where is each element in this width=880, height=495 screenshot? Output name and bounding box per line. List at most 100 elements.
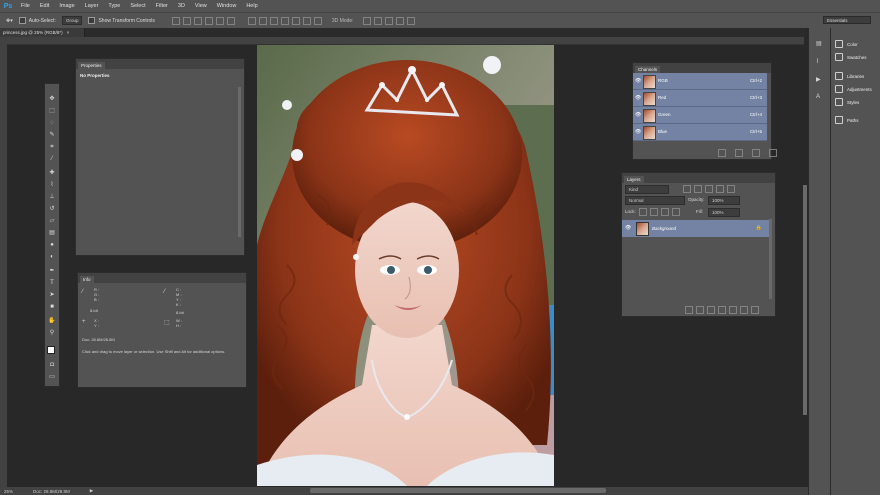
visibility-eye-icon[interactable]: 👁 — [635, 112, 641, 118]
character-panel-icon[interactable]: A — [816, 94, 820, 100]
lock-all-icon[interactable] — [672, 208, 680, 216]
menu-select[interactable]: Select — [125, 3, 150, 9]
layers-scrollbar[interactable] — [769, 219, 772, 299]
align-bottom-icon[interactable] — [193, 16, 202, 25]
distribute-middle-icon[interactable] — [258, 16, 267, 25]
gradient-tool-icon[interactable]: ▤ — [48, 230, 56, 237]
adjustment-layer-icon[interactable] — [718, 306, 726, 314]
dock-libraries[interactable]: Libraries — [835, 72, 864, 80]
properties-scrollbar[interactable] — [238, 87, 241, 237]
menu-3d[interactable]: 3D — [173, 3, 190, 9]
save-selection-icon[interactable] — [735, 149, 743, 157]
visibility-eye-icon[interactable]: 👁 — [635, 78, 641, 84]
channel-green-row[interactable]: 👁 Green Ctrl+4 — [633, 107, 767, 124]
distribute-left-icon[interactable] — [280, 16, 289, 25]
align-top-icon[interactable] — [171, 16, 180, 25]
status-menu-arrow-icon[interactable]: ▶ — [90, 488, 93, 494]
layer-mask-icon[interactable] — [707, 306, 715, 314]
workspace-dropdown[interactable]: Essentials — [823, 16, 871, 24]
align-middle-icon[interactable] — [182, 16, 191, 25]
dodge-tool-icon[interactable]: ◐ — [48, 254, 56, 261]
zoom-tool-icon[interactable]: ⚲ — [48, 330, 56, 337]
move-tool-preset-icon[interactable]: ✥▾ — [6, 18, 13, 24]
menu-view[interactable]: View — [190, 3, 212, 9]
transform-controls-checkbox[interactable] — [88, 17, 96, 24]
channels-tab[interactable]: Channels — [635, 66, 661, 73]
document-tab[interactable]: princess.jpg @ 25% (RGB/8*) × — [0, 28, 85, 37]
lock-pixels-icon[interactable] — [650, 208, 658, 216]
healing-brush-tool-icon[interactable]: ✚ — [48, 170, 56, 177]
distribute-bottom-icon[interactable] — [269, 16, 278, 25]
channel-rgb-row[interactable]: 👁 RGB Ctrl+2 — [633, 73, 767, 90]
type-tool-icon[interactable]: T — [48, 280, 56, 287]
opacity-field[interactable]: 100% — [708, 196, 740, 205]
distribute-right-icon[interactable] — [302, 16, 311, 25]
close-tab-icon[interactable]: × — [67, 30, 70, 35]
dock-color[interactable]: Color — [835, 40, 858, 48]
visibility-eye-icon[interactable]: 👁 — [635, 95, 641, 101]
align-right-icon[interactable] — [226, 16, 235, 25]
menu-window[interactable]: Window — [212, 3, 242, 9]
layer-row-background[interactable]: 👁 Background 🔒 — [622, 220, 770, 237]
menu-edit[interactable]: Edit — [35, 3, 54, 9]
new-layer-icon[interactable] — [740, 306, 748, 314]
channel-blue-row[interactable]: 👁 Blue Ctrl+5 — [633, 124, 767, 141]
lasso-tool-icon[interactable]: ◌ — [48, 120, 56, 127]
fill-field[interactable]: 100% — [708, 208, 740, 217]
align-left-icon[interactable] — [204, 16, 213, 25]
dock-styles[interactable]: Styles — [835, 98, 859, 106]
dock-adjustments[interactable]: Adjustments — [835, 85, 872, 93]
dock-paths[interactable]: Paths — [835, 116, 859, 124]
blend-mode-dropdown[interactable]: Normal — [625, 196, 685, 205]
visibility-eye-icon[interactable]: 👁 — [625, 225, 631, 231]
lock-position-icon[interactable] — [661, 208, 669, 216]
menu-layer[interactable]: Layer — [80, 3, 104, 9]
dock-swatches[interactable]: Swatches — [835, 53, 867, 61]
hand-tool-icon[interactable]: ✋ — [48, 318, 56, 325]
link-layers-icon[interactable] — [685, 306, 693, 314]
marquee-tool-icon[interactable]: ⬚ — [48, 108, 56, 115]
history-brush-tool-icon[interactable]: ↺ — [48, 206, 56, 213]
eyedropper-tool-icon[interactable]: ⁄ — [48, 156, 56, 163]
quick-mask-icon[interactable]: ◘ — [48, 362, 56, 369]
vertical-scrollbar[interactable] — [803, 185, 807, 415]
actions-panel-icon[interactable]: ▶ — [816, 76, 821, 83]
info-tab[interactable]: Info — [80, 276, 94, 283]
menu-help[interactable]: Help — [241, 3, 262, 9]
crop-tool-icon[interactable]: ⌗ — [48, 144, 56, 151]
brush-tool-icon[interactable]: ⌇ — [48, 182, 56, 189]
distribute-center-icon[interactable] — [291, 16, 300, 25]
foreground-color-swatch[interactable] — [47, 346, 55, 354]
layers-tab[interactable]: Layers — [624, 176, 644, 183]
new-channel-icon[interactable] — [752, 149, 760, 157]
menu-image[interactable]: Image — [54, 3, 79, 9]
menu-file[interactable]: File — [16, 3, 35, 9]
history-panel-icon[interactable]: ▤ — [816, 40, 822, 47]
load-selection-icon[interactable] — [718, 149, 726, 157]
path-selection-tool-icon[interactable]: ➤ — [48, 292, 56, 299]
document-image[interactable] — [257, 45, 554, 486]
layer-style-icon[interactable] — [696, 306, 704, 314]
3d-roll-icon[interactable] — [373, 16, 382, 25]
blur-tool-icon[interactable]: ● — [48, 242, 56, 249]
lock-transparency-icon[interactable] — [639, 208, 647, 216]
type-filter-icon[interactable] — [705, 185, 713, 193]
delete-layer-icon[interactable] — [751, 306, 759, 314]
screen-mode-icon[interactable]: ▭ — [48, 374, 56, 381]
align-center-icon[interactable] — [215, 16, 224, 25]
brush-panel-icon[interactable]: ⌇ — [816, 58, 819, 65]
menu-filter[interactable]: Filter — [151, 3, 173, 9]
adjustment-filter-icon[interactable] — [694, 185, 702, 193]
quick-select-tool-icon[interactable]: ✎ — [48, 132, 56, 139]
smart-object-filter-icon[interactable] — [727, 185, 735, 193]
menu-type[interactable]: Type — [103, 3, 125, 9]
horizontal-scrollbar[interactable] — [310, 488, 606, 493]
pixel-filter-icon[interactable] — [683, 185, 691, 193]
rectangle-tool-icon[interactable]: ■ — [48, 304, 56, 311]
zoom-level[interactable]: 25% — [4, 489, 13, 494]
visibility-eye-icon[interactable]: 👁 — [635, 129, 641, 135]
delete-channel-icon[interactable] — [769, 149, 777, 157]
auto-select-checkbox[interactable] — [18, 17, 26, 24]
auto-align-icon[interactable] — [313, 16, 322, 25]
3d-drag-icon[interactable] — [384, 16, 393, 25]
